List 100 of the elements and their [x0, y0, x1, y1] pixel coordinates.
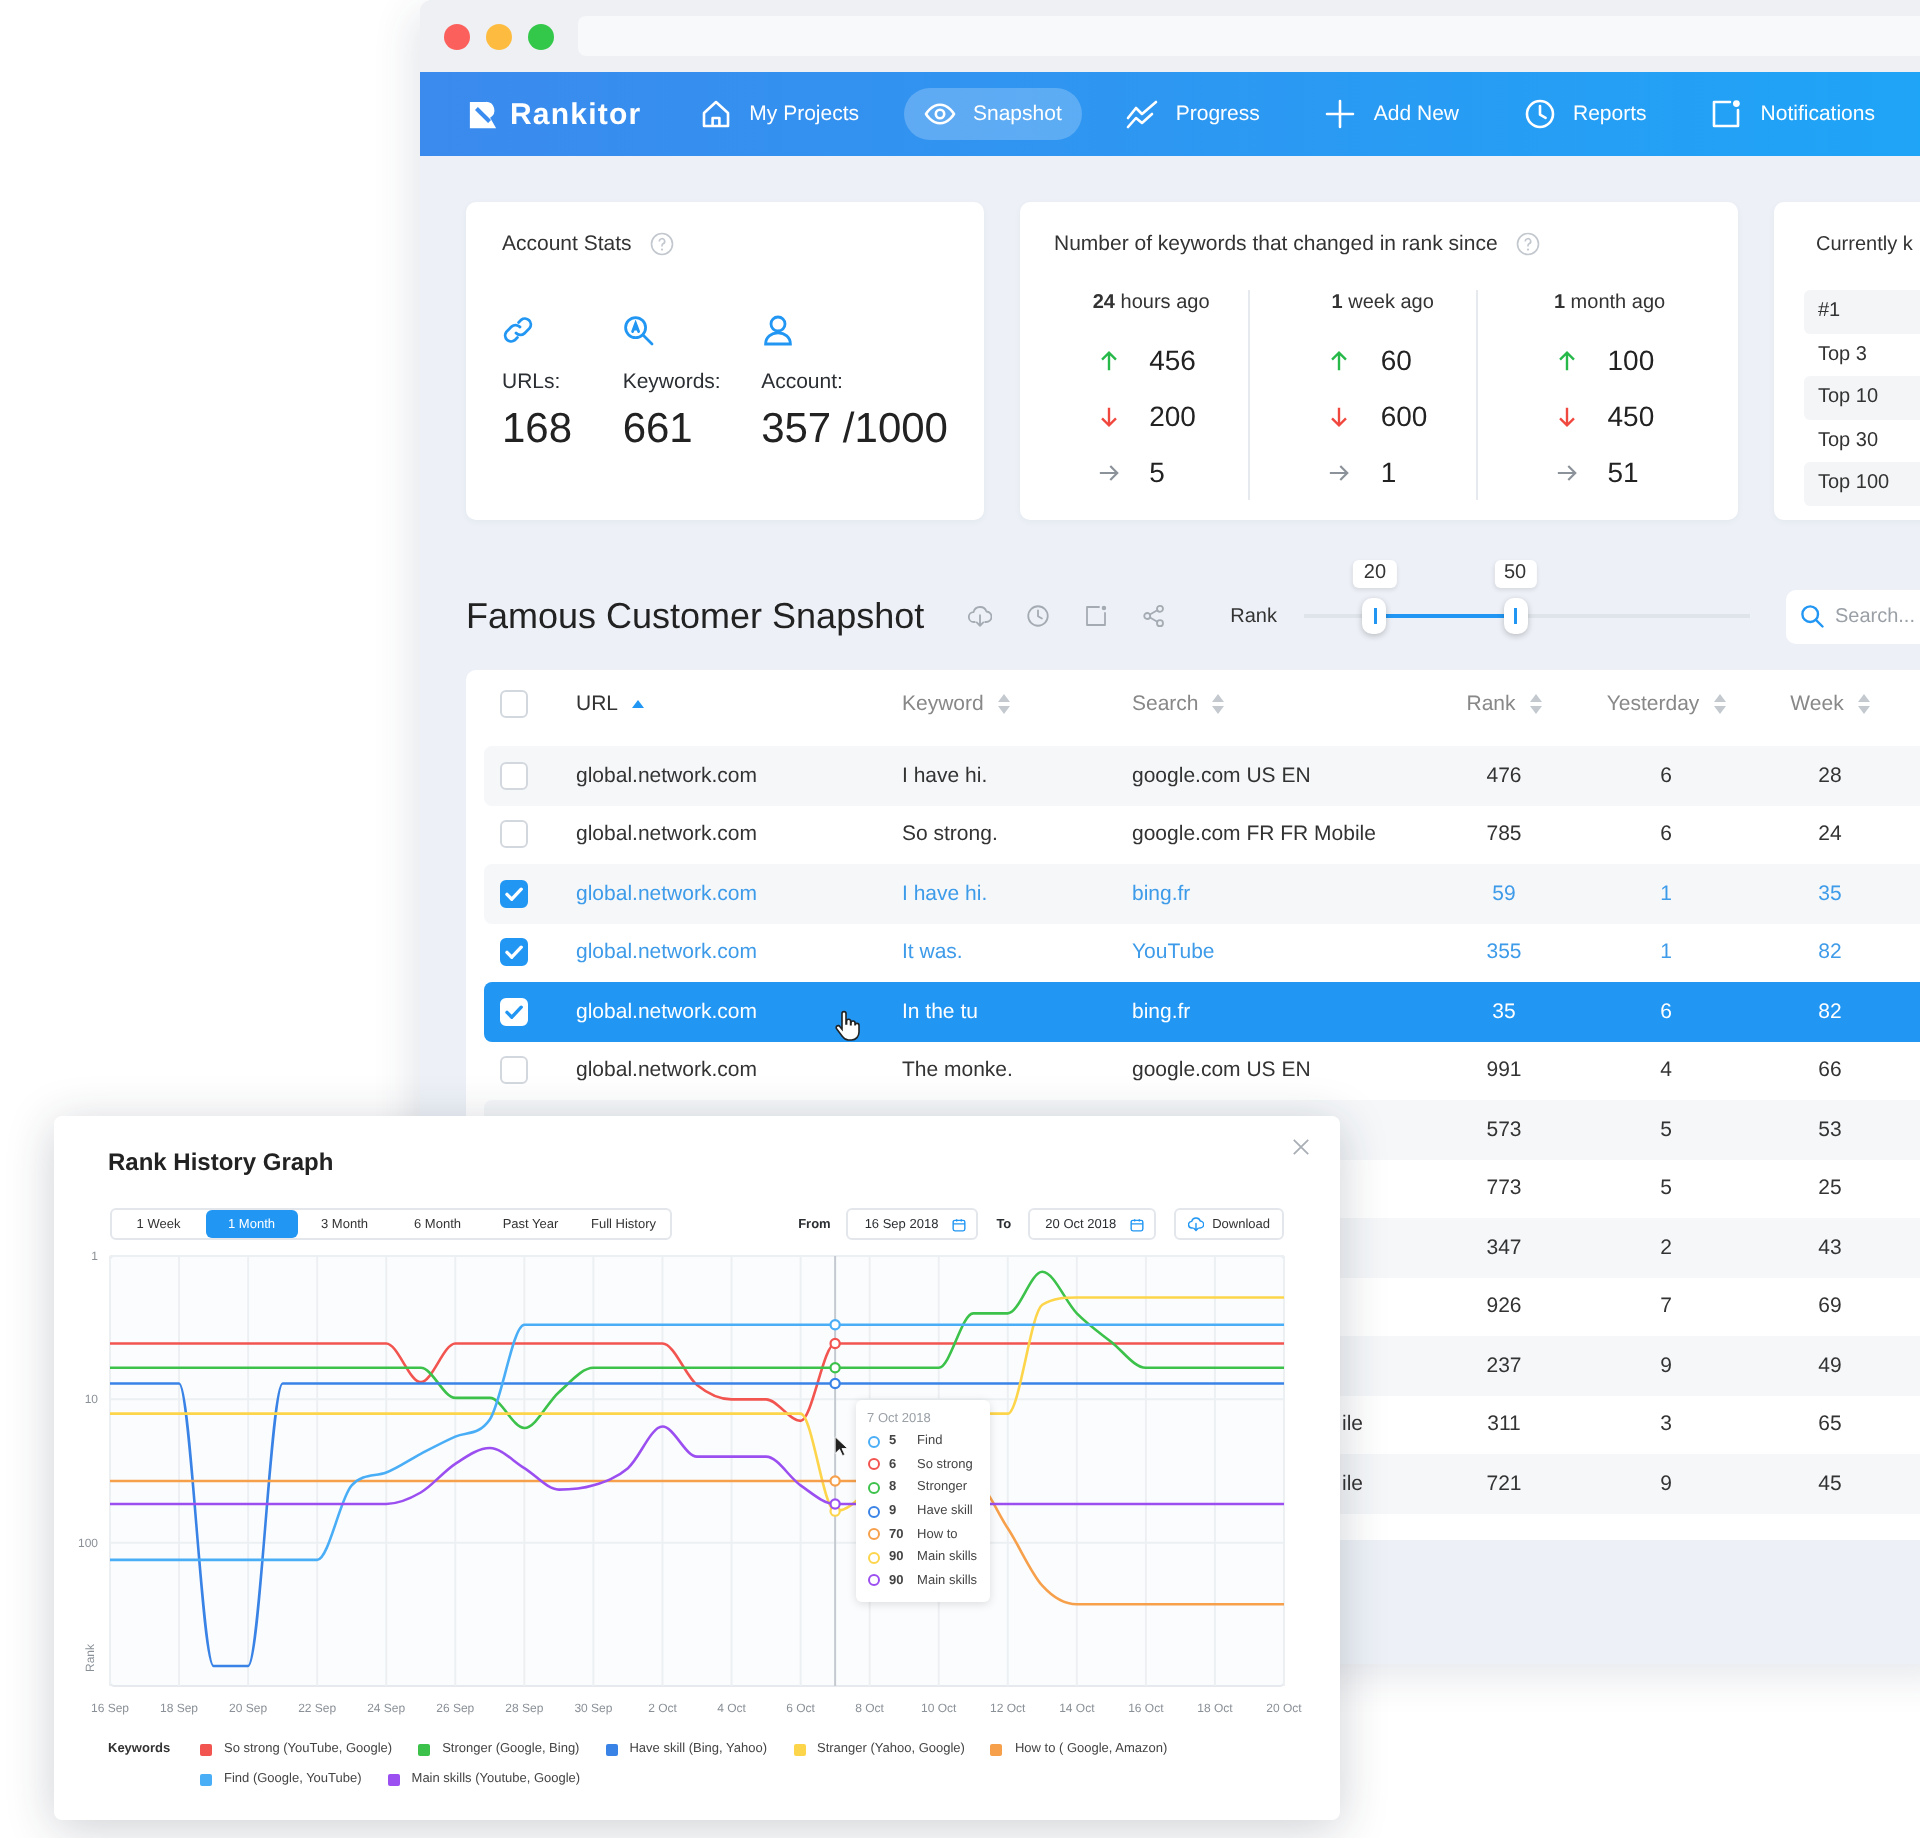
column-header[interactable]: Yesterday	[1606, 692, 1726, 716]
cloud-download-icon[interactable]	[968, 604, 993, 628]
change-count: 100	[1607, 344, 1655, 376]
clock-icon	[1523, 98, 1555, 130]
help-icon[interactable]	[649, 232, 674, 256]
help-icon[interactable]	[1515, 232, 1540, 256]
table-cell: ile	[1342, 1471, 1364, 1496]
table-cell: 53	[1818, 1117, 1842, 1142]
table-cell: 45	[1818, 1471, 1842, 1496]
table-cell: 237	[1486, 1353, 1522, 1378]
table-cell: It was.	[902, 940, 963, 965]
table-cell: 573	[1486, 1117, 1522, 1142]
arrow-up-icon	[1555, 349, 1578, 371]
card-title: Currently k	[1816, 233, 1913, 255]
table-cell: 355	[1486, 940, 1522, 965]
table-cell: In the tu	[902, 999, 978, 1024]
table-cell: 1	[1660, 881, 1672, 906]
table-cell: global.network.com	[576, 763, 757, 788]
brand-name: Rankitor	[510, 97, 642, 131]
checkbox[interactable]	[500, 938, 528, 967]
plus-icon	[1323, 98, 1356, 130]
check-icon	[502, 999, 526, 1024]
arrow-right-icon	[1328, 461, 1351, 483]
column-header[interactable]: Rank	[1466, 692, 1542, 716]
rank-range-item[interactable]: Top 30	[1804, 419, 1920, 462]
table-row[interactable]: global.network.com I have hi. google.com US EN 476 6 28	[484, 746, 1920, 805]
table-cell: 5	[1660, 1117, 1672, 1142]
rank-range-item[interactable]: Top 10	[1804, 376, 1920, 419]
card-title: Number of keywords that changed in rank since	[1054, 232, 1498, 256]
rank-range-item[interactable]: #1	[1804, 290, 1920, 333]
table-cell: 6	[1660, 763, 1672, 788]
period-heading: 24 hours ago	[1092, 290, 1210, 318]
table-cell: 721	[1486, 1471, 1522, 1496]
table-cell: 9	[1660, 1471, 1672, 1496]
change-count: 5	[1149, 456, 1165, 488]
stat-value: 661	[622, 406, 693, 454]
table-cell: 82	[1818, 999, 1842, 1024]
table-cell: 65	[1818, 1412, 1842, 1437]
data-point	[829, 1337, 841, 1350]
table-cell: 347	[1486, 1235, 1522, 1260]
column-header[interactable]: URL	[576, 692, 645, 716]
arrow-up-icon	[1097, 349, 1120, 371]
zoom-button[interactable]	[528, 23, 554, 49]
stat-value: 357 /1000	[761, 406, 948, 454]
table-cell: 25	[1818, 1176, 1842, 1201]
change-count: 456	[1149, 344, 1196, 376]
pointer-cursor-icon	[833, 1436, 848, 1456]
change-count: 600	[1380, 400, 1428, 432]
stat-label: Keywords:	[622, 370, 721, 396]
close-button[interactable]	[444, 23, 470, 49]
column-header[interactable]: Week	[1790, 692, 1870, 716]
table-cell: I have hi.	[902, 763, 988, 788]
close-icon[interactable]	[1292, 1138, 1310, 1156]
slider-thumb[interactable]	[1362, 598, 1387, 634]
table-cell: 476	[1486, 763, 1522, 788]
sort-icon	[997, 694, 1010, 714]
arrow-down-icon	[1555, 405, 1578, 427]
rank-range-item[interactable]: Top 100	[1804, 462, 1920, 505]
slider-thumb[interactable]	[1503, 598, 1527, 634]
table-cell: 43	[1818, 1235, 1842, 1260]
table-cell: 2	[1660, 1235, 1672, 1260]
table-cell: bing.fr	[1132, 999, 1191, 1024]
column-header[interactable]: Search	[1132, 692, 1225, 716]
calendar-icon	[1130, 1217, 1145, 1231]
table-cell: 9	[1660, 1353, 1672, 1378]
table-cell: 926	[1486, 1294, 1522, 1319]
table-cell: 773	[1486, 1176, 1522, 1201]
note-icon[interactable]	[1084, 604, 1109, 628]
sort-icon	[1212, 694, 1225, 714]
minimize-button[interactable]	[486, 23, 512, 49]
table-cell: global.network.com	[576, 881, 757, 906]
table-cell: So strong.	[902, 822, 998, 847]
column-header[interactable]: Keyword	[902, 692, 1010, 716]
table-cell: 66	[1818, 1058, 1842, 1083]
sort-up-icon	[632, 700, 645, 708]
change-count: 450	[1607, 400, 1655, 432]
slider-value: 20	[1353, 560, 1397, 588]
table-cell: google.com FR FR Mobile	[1132, 822, 1376, 847]
slider-value: 50	[1493, 560, 1537, 588]
table-cell: global.network.com	[576, 999, 757, 1024]
arrow-down-icon	[1328, 405, 1351, 427]
search-field[interactable]: Search...	[1786, 589, 1920, 643]
rank-range-item[interactable]: Top 3	[1804, 333, 1920, 376]
change-count: 200	[1149, 400, 1196, 432]
check-icon	[502, 881, 526, 906]
table-cell: The monke.	[902, 1058, 1013, 1083]
home-icon	[699, 98, 732, 130]
table-cell: 4	[1660, 1058, 1672, 1083]
table-cell: global.network.com	[576, 1058, 757, 1083]
share-icon[interactable]	[1142, 604, 1167, 628]
table-cell: google.com US EN	[1132, 1058, 1311, 1083]
table-cell: bing.fr	[1132, 881, 1191, 906]
data-point	[829, 1319, 841, 1331]
dialog-title: Rank History Graph	[108, 1148, 334, 1176]
change-count: 51	[1607, 456, 1639, 488]
checkbox[interactable]	[500, 879, 528, 908]
table-cell: global.network.com	[576, 822, 757, 847]
table-cell: 24	[1818, 822, 1842, 847]
table-cell: 1	[1660, 940, 1672, 965]
clock-icon[interactable]	[1026, 604, 1051, 628]
